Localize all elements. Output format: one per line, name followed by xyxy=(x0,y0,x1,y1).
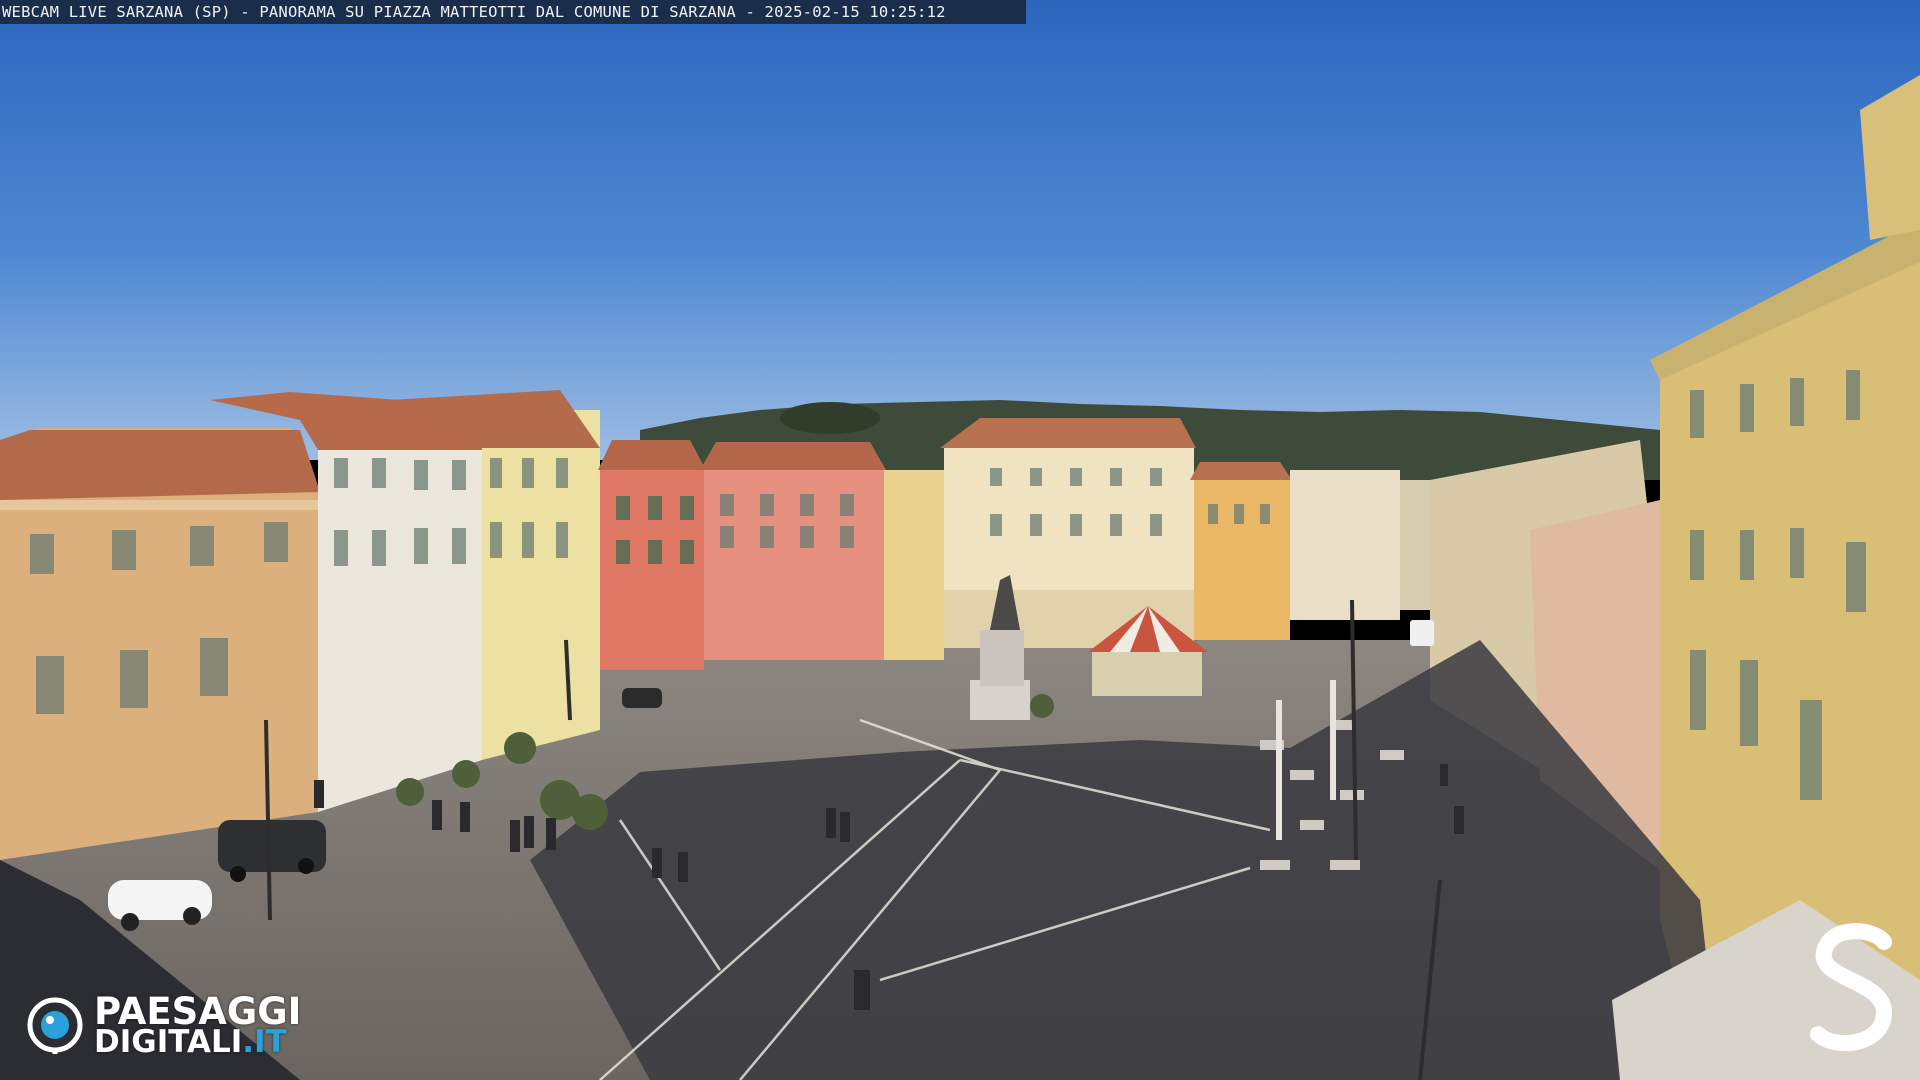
building-orange xyxy=(1190,462,1292,640)
logo-line-2-main: DIGITALI xyxy=(94,1024,243,1060)
eye-camera-icon xyxy=(27,997,83,1054)
webcam-frame: WEBCAM LIVE SARZANA (SP) - PANORAMA SU P… xyxy=(0,0,1920,1080)
sky xyxy=(0,0,1920,460)
logo-tld: .IT xyxy=(242,1024,287,1060)
letter-s-mark xyxy=(1810,923,1892,1052)
building-salmon xyxy=(700,442,886,660)
webcam-title-text: WEBCAM LIVE SARZANA (SP) - PANORAMA SU P… xyxy=(2,3,946,21)
webcam-title-bar: WEBCAM LIVE SARZANA (SP) - PANORAMA SU P… xyxy=(0,0,1026,24)
piazza-scene xyxy=(0,0,1920,1080)
tree-cluster xyxy=(780,402,880,434)
building-ochre-left xyxy=(0,428,320,860)
car-black-distant xyxy=(622,688,662,708)
van-white-distant xyxy=(1410,620,1434,646)
paesaggi-digitali-logo: PAESAGGI DIGITALI.IT xyxy=(26,990,336,1060)
logo-line-2: DIGITALI.IT xyxy=(94,1024,287,1060)
building-tall-yellow xyxy=(884,470,944,660)
